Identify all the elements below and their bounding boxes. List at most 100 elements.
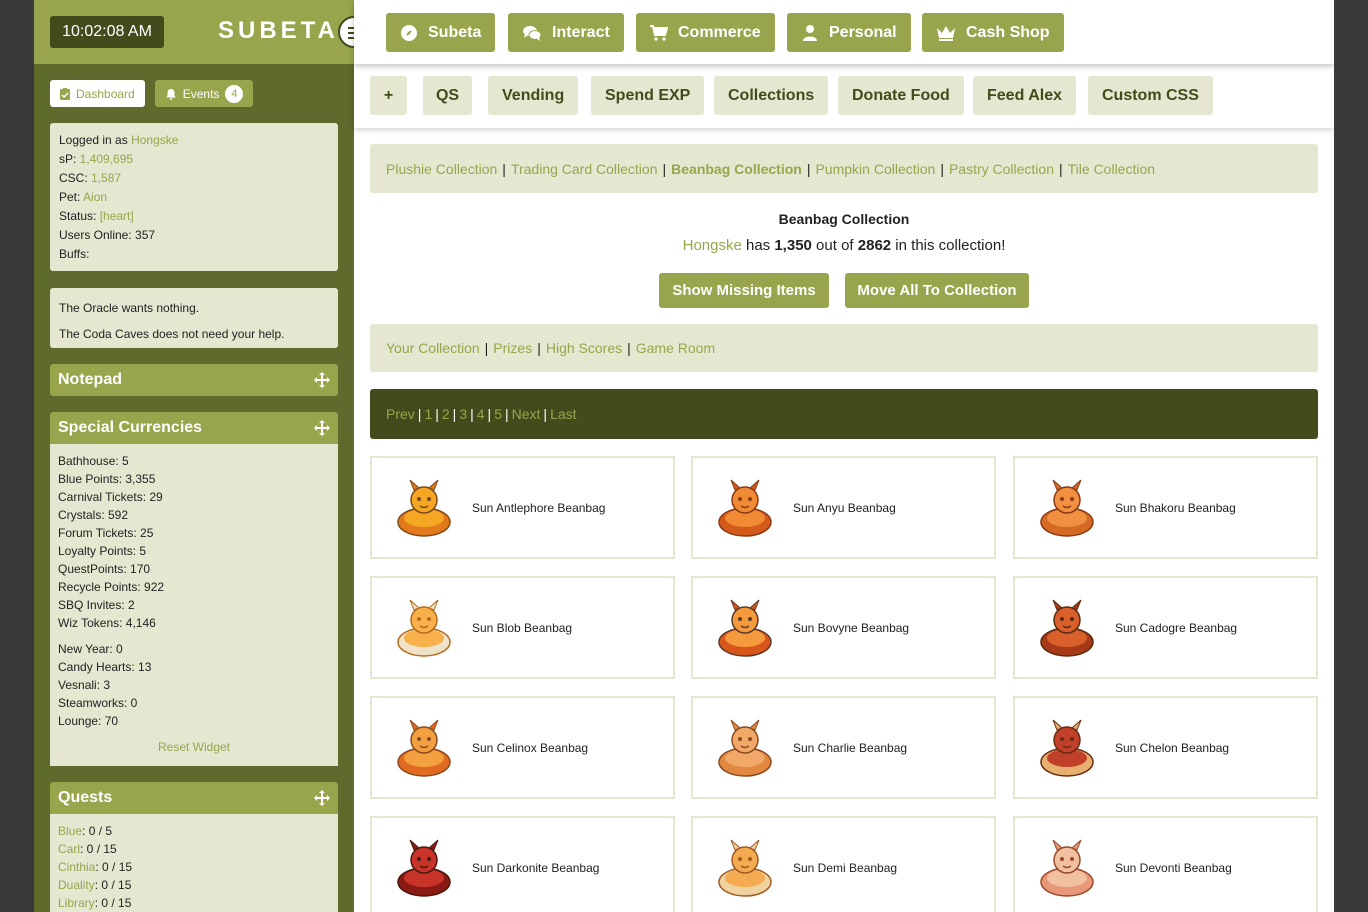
pager-last[interactable]: Last <box>550 406 576 422</box>
pager-prev[interactable]: Prev <box>386 406 415 422</box>
separator: | <box>806 160 811 177</box>
reset-widget-link[interactable]: Reset Widget <box>58 738 330 756</box>
nav-subeta[interactable]: Subeta <box>386 13 496 52</box>
move-icon[interactable] <box>314 420 330 436</box>
quest-link[interactable]: Library <box>58 896 95 910</box>
quick-link-donate-food[interactable]: Donate Food <box>838 76 964 115</box>
link-plushie-collection[interactable]: Plushie Collection <box>386 161 497 177</box>
quest-link[interactable]: Carl <box>58 842 80 856</box>
quest-link[interactable]: Blue <box>58 824 82 838</box>
link-your-collection[interactable]: Your Collection <box>386 340 480 356</box>
dashboard-chips: Dashboard Events 4 <box>50 80 254 107</box>
link-high-scores[interactable]: High Scores <box>546 340 622 356</box>
collection-item-card[interactable]: Sun Devonti Beanbag <box>1013 816 1318 912</box>
collection-item-card[interactable]: Sun Cadogre Beanbag <box>1013 576 1318 679</box>
nav-interact[interactable]: Interact <box>508 13 624 52</box>
quick-link-qs[interactable]: QS <box>423 76 472 115</box>
bhakoru-beanbag-icon <box>1035 476 1099 540</box>
link-pumpkin-collection[interactable]: Pumpkin Collection <box>815 161 935 177</box>
status-link[interactable]: [heart] <box>100 209 134 223</box>
quests-widget-header[interactable]: Quests <box>50 782 338 814</box>
csc-value[interactable]: 1,587 <box>91 171 121 185</box>
collection-item-card[interactable]: Sun Blob Beanbag <box>370 576 675 679</box>
events-count-badge: 4 <box>225 84 244 103</box>
move-all-to-collection-button[interactable]: Move All To Collection <box>845 273 1029 308</box>
site-logo[interactable]: SUBETA <box>218 17 339 45</box>
sp-label: sP: <box>59 152 80 166</box>
link-tile-collection[interactable]: Tile Collection <box>1068 161 1155 177</box>
dashboard-button[interactable]: Dashboard <box>50 80 145 107</box>
blob-beanbag-icon <box>392 596 456 660</box>
collection-item-card[interactable]: Sun Charlie Beanbag <box>691 696 996 799</box>
sp-value[interactable]: 1,409,695 <box>80 152 133 166</box>
separator: | <box>537 340 541 356</box>
pager-page-4[interactable]: 4 <box>477 406 485 422</box>
owner-link[interactable]: Hongske <box>683 237 742 254</box>
chelon-beanbag-icon <box>1035 716 1099 780</box>
pager-page-1[interactable]: 1 <box>424 406 432 422</box>
link-pastry-collection[interactable]: Pastry Collection <box>949 161 1054 177</box>
total-count: 2862 <box>857 237 892 254</box>
item-name: Sun Bhakoru Beanbag <box>1115 500 1236 515</box>
quest-row: Cinthia: 0 / 15 <box>58 858 330 876</box>
notepad-widget-header[interactable]: Notepad <box>50 364 338 396</box>
show-missing-items-button[interactable]: Show Missing Items <box>659 273 829 308</box>
collection-item-card[interactable]: Sun Chelon Beanbag <box>1013 696 1318 799</box>
clipboard-icon <box>60 87 70 100</box>
bovyne-beanbag-icon <box>713 596 777 660</box>
collection-item-card[interactable]: Sun Darkonite Beanbag <box>370 816 675 912</box>
move-icon[interactable] <box>314 790 330 806</box>
item-name: Sun Antlephore Beanbag <box>472 500 606 515</box>
link-beanbag-collection[interactable]: Beanbag Collection <box>671 161 802 177</box>
pager-page-5[interactable]: 5 <box>494 406 502 422</box>
item-name: Sun Devonti Beanbag <box>1115 860 1232 875</box>
compass-icon <box>401 24 417 41</box>
devonti-beanbag-icon <box>1035 836 1099 900</box>
logged-in-label: Logged in as <box>59 133 132 147</box>
pet-link[interactable]: Aion <box>83 190 107 204</box>
link-prizes[interactable]: Prizes <box>493 340 532 356</box>
username-link[interactable]: Hongske <box>131 133 178 147</box>
quick-link-spend-exp[interactable]: Spend EXP <box>591 76 705 115</box>
currency-row: Blue Points: 3,355 <box>58 472 156 486</box>
pagination: Prev | 1 | 2 | 3 | 4 | 5 | Next | Last <box>370 389 1318 439</box>
separator: | <box>452 406 457 422</box>
item-name: Sun Anyu Beanbag <box>793 500 896 515</box>
dashboard-label: Dashboard <box>76 86 135 101</box>
nav-personal[interactable]: Personal <box>787 13 911 52</box>
link-game-room[interactable]: Game Room <box>636 340 715 356</box>
special-currencies-widget-header[interactable]: Special Currencies <box>50 412 338 444</box>
collection-item-card[interactable]: Sun Bovyne Beanbag <box>691 576 996 679</box>
move-icon[interactable] <box>314 372 330 388</box>
seasonal-currency-row: New Year: 0 <box>58 642 123 656</box>
events-button[interactable]: Events 4 <box>154 80 254 107</box>
currency-row: QuestPoints: 170 <box>58 562 151 576</box>
item-name: Sun Bovyne Beanbag <box>793 620 910 635</box>
item-name: Sun Blob Beanbag <box>472 620 573 635</box>
separator: | <box>504 406 509 422</box>
add-quick-link-button[interactable]: + <box>370 76 407 115</box>
pager-next[interactable]: Next <box>512 406 541 422</box>
collection-item-card[interactable]: Sun Celinox Beanbag <box>370 696 675 799</box>
quest-link[interactable]: Duality <box>58 878 95 892</box>
summary-text: has <box>741 237 775 254</box>
collection-item-card[interactable]: Sun Demi Beanbag <box>691 816 996 912</box>
collection-item-card[interactable]: Sun Anyu Beanbag <box>691 456 996 559</box>
pager-page-3[interactable]: 3 <box>459 406 467 422</box>
quest-link[interactable]: Cinthia <box>58 860 95 874</box>
nav-cash-shop[interactable]: Cash Shop <box>922 13 1064 52</box>
quick-link-collections[interactable]: Collections <box>714 76 829 115</box>
special-currencies-title: Special Currencies <box>58 419 203 436</box>
link-trading-card-collection[interactable]: Trading Card Collection <box>511 161 658 177</box>
collection-item-card[interactable]: Sun Bhakoru Beanbag <box>1013 456 1318 559</box>
quest-list: Blue: 0 / 5 Carl: 0 / 15 Cinthia: 0 / 15 Du… <box>58 822 330 912</box>
separator: | <box>417 406 422 422</box>
pager-page-2[interactable]: 2 <box>442 406 450 422</box>
collection-item-card[interactable]: Sun Antlephore Beanbag <box>370 456 675 559</box>
nav-subeta-label: Subeta <box>428 23 482 41</box>
quick-link-vending[interactable]: Vending <box>488 76 579 115</box>
nav-commerce[interactable]: Commerce <box>636 13 775 52</box>
quick-link-feed-alex[interactable]: Feed Alex <box>973 76 1076 115</box>
quick-link-custom-css[interactable]: Custom CSS <box>1088 76 1213 115</box>
anyu-beanbag-icon <box>713 476 777 540</box>
